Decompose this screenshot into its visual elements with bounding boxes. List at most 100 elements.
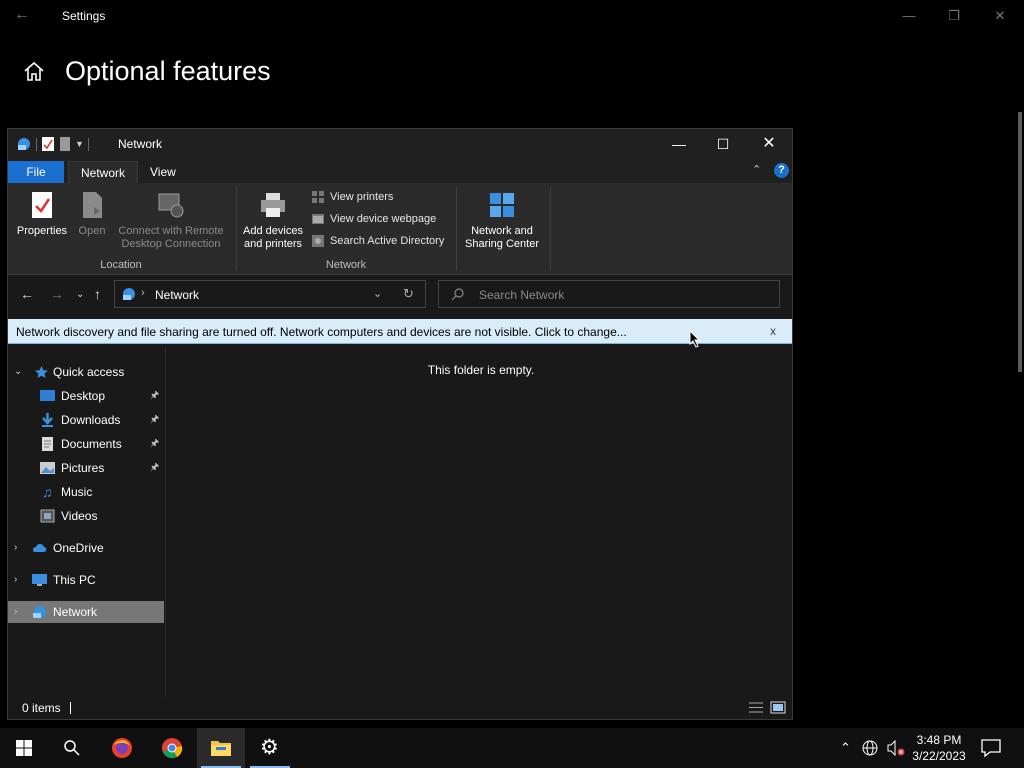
open-icon bbox=[83, 192, 102, 218]
search-icon bbox=[451, 288, 464, 301]
file-explorer-window: ▼ Network — ☐ ✕ File Network View ⌃ ? Pr… bbox=[7, 128, 793, 720]
collapse-ribbon-icon[interactable]: ⌃ bbox=[752, 163, 761, 176]
properties-button[interactable]: Properties bbox=[14, 189, 70, 238]
divider bbox=[456, 187, 457, 271]
volume-muted-icon[interactable] bbox=[886, 740, 906, 756]
chevron-down-icon[interactable]: ⌄ bbox=[373, 287, 382, 300]
settings-taskbar-button[interactable]: ⚙ bbox=[246, 728, 294, 768]
restore-icon[interactable]: ❐ bbox=[934, 4, 974, 28]
star-icon bbox=[35, 366, 48, 378]
network-icon bbox=[18, 138, 30, 150]
help-icon[interactable]: ? bbox=[774, 163, 789, 178]
chevron-right-icon[interactable]: › bbox=[14, 569, 17, 591]
divider bbox=[236, 187, 237, 271]
windows-logo-icon bbox=[16, 740, 32, 756]
sidebar-item-this-pc[interactable]: › This PC bbox=[8, 569, 164, 591]
large-icons-view-icon[interactable] bbox=[770, 701, 786, 714]
chevron-right-icon[interactable]: › bbox=[14, 601, 17, 623]
connect-label-line1: Connect with Remote bbox=[118, 225, 224, 237]
back-button[interactable]: ← bbox=[20, 286, 34, 302]
up-button[interactable]: ↑ bbox=[94, 286, 101, 302]
network-sharing-icon bbox=[490, 193, 514, 217]
minimize-button[interactable]: — bbox=[656, 129, 702, 159]
connect-label-line2: Desktop Connection bbox=[121, 238, 221, 250]
firefox-taskbar-button[interactable] bbox=[98, 728, 146, 768]
open-button[interactable]: Open bbox=[74, 189, 110, 238]
maximize-button[interactable]: ☐ bbox=[700, 129, 746, 159]
tab-view[interactable]: View bbox=[138, 161, 188, 183]
settings-window-title: Settings bbox=[62, 9, 106, 23]
sidebar-item-network[interactable]: › Network bbox=[8, 601, 164, 623]
sidebar-item-label: Downloads bbox=[61, 413, 121, 427]
taskbar: ⚙ ⌃ 3:48 PM 3/22/2023 bbox=[0, 728, 1024, 768]
add-devices-button[interactable]: Add devices and printers bbox=[240, 189, 306, 251]
sidebar-item-label: Desktop bbox=[61, 389, 106, 403]
divider bbox=[87, 137, 89, 151]
properties-icon[interactable] bbox=[41, 136, 55, 152]
page-title: Optional features bbox=[65, 56, 271, 86]
navigation-bar: ← → ⌄ ↑ › Network ⌄ ↻ Search Network bbox=[8, 276, 792, 314]
notification-icon[interactable] bbox=[980, 738, 1002, 758]
network-discovery-infobar[interactable]: Network discovery and file sharing are t… bbox=[8, 319, 792, 344]
details-view-icon[interactable] bbox=[748, 701, 764, 714]
minimize-icon[interactable]: — bbox=[889, 4, 929, 28]
back-arrow-icon[interactable]: ← bbox=[14, 6, 30, 24]
chrome-icon bbox=[162, 738, 183, 759]
close-button[interactable]: ✕ bbox=[746, 129, 792, 159]
view-printers-button[interactable]: View printers bbox=[311, 187, 393, 207]
sidebar-item-downloads[interactable]: Downloads 🖈 bbox=[8, 409, 164, 431]
settings-titlebar: ← Settings — ❐ ✕ bbox=[0, 0, 1024, 32]
sidebar-item-quick-access[interactable]: ⌄ Quick access bbox=[8, 361, 164, 383]
tab-network[interactable]: Network bbox=[68, 161, 139, 183]
sidebar-item-pictures[interactable]: Pictures 🖈 bbox=[8, 457, 164, 479]
sidebar-item-label: Videos bbox=[61, 509, 98, 523]
pin-icon: 🖈 bbox=[150, 438, 160, 449]
system-clock[interactable]: 3:48 PM 3/22/2023 bbox=[908, 732, 970, 764]
home-icon[interactable] bbox=[22, 58, 46, 86]
chevron-right-icon[interactable]: › bbox=[14, 537, 17, 559]
chevron-down-icon[interactable]: ⌄ bbox=[14, 361, 22, 383]
view-printers-label: View printers bbox=[330, 191, 394, 203]
search-input[interactable]: Search Network bbox=[479, 288, 564, 302]
view-printers-icon bbox=[312, 191, 324, 203]
network-sharing-center-button[interactable]: Network and Sharing Center bbox=[462, 189, 542, 251]
sidebar-item-documents[interactable]: Documents 🖈 bbox=[8, 433, 164, 455]
customize-toolbar-icon[interactable]: ▼ bbox=[75, 139, 84, 149]
music-icon: ♫ bbox=[42, 484, 53, 500]
sidebar-item-label: Documents bbox=[61, 437, 122, 451]
ribbon-tabs: File Network View ⌃ ? bbox=[8, 159, 792, 183]
close-icon[interactable]: ✕ bbox=[980, 4, 1020, 28]
divider bbox=[550, 187, 551, 271]
breadcrumb[interactable]: Network bbox=[155, 288, 199, 302]
search-box[interactable]: Search Network bbox=[438, 280, 780, 308]
search-active-directory-button[interactable]: Search Active Directory bbox=[311, 231, 444, 251]
close-icon[interactable]: x bbox=[770, 324, 776, 338]
file-explorer-taskbar-button[interactable] bbox=[197, 728, 245, 768]
sidebar-item-music[interactable]: ♫ Music bbox=[8, 481, 164, 503]
recent-locations-icon[interactable]: ⌄ bbox=[76, 289, 84, 300]
globe-icon[interactable] bbox=[862, 740, 878, 756]
view-device-webpage-label: View device webpage bbox=[330, 213, 437, 225]
file-list[interactable]: This folder is empty. bbox=[168, 347, 792, 697]
sidebar-item-onedrive[interactable]: › OneDrive bbox=[8, 537, 164, 559]
sidebar-item-desktop[interactable]: Desktop 🖈 bbox=[8, 385, 164, 407]
tab-file[interactable]: File bbox=[8, 161, 64, 183]
connect-remote-desktop-button[interactable]: Connect with Remote Desktop Connection bbox=[114, 189, 228, 251]
breadcrumb-chevron-icon[interactable]: › bbox=[141, 287, 145, 299]
start-button[interactable] bbox=[0, 728, 48, 768]
scrollbar[interactable] bbox=[1018, 112, 1022, 372]
chevron-up-icon[interactable]: ⌃ bbox=[840, 740, 851, 756]
mouse-cursor-icon bbox=[689, 330, 701, 348]
sidebar-item-label: Music bbox=[61, 485, 93, 499]
search-button[interactable] bbox=[48, 728, 96, 768]
chrome-taskbar-button[interactable] bbox=[148, 728, 196, 768]
infobar-message[interactable]: Network discovery and file sharing are t… bbox=[16, 325, 627, 339]
new-folder-icon[interactable] bbox=[59, 136, 71, 152]
sidebar-item-videos[interactable]: Videos bbox=[8, 505, 164, 527]
folder-icon bbox=[211, 741, 231, 756]
refresh-icon[interactable]: ↻ bbox=[403, 286, 414, 302]
address-bar[interactable]: › Network ⌄ ↻ bbox=[114, 280, 426, 308]
forward-button[interactable]: → bbox=[50, 286, 64, 302]
view-device-webpage-button[interactable]: View device webpage bbox=[311, 209, 436, 229]
sidebar-item-label: Network bbox=[53, 605, 98, 619]
